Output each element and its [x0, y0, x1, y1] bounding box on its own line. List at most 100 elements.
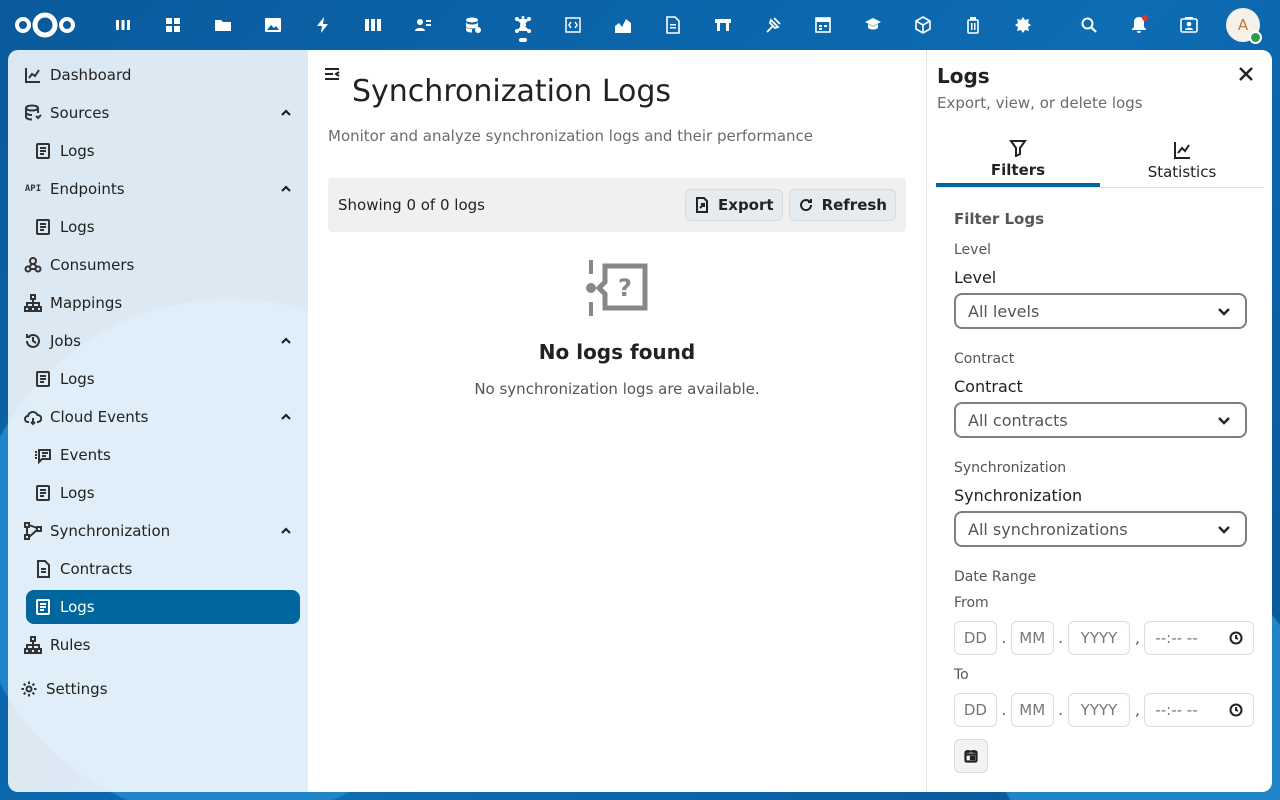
sidebar-item-endpoints-logs[interactable]: Logs: [26, 210, 300, 244]
from-day-field[interactable]: DD: [954, 621, 997, 655]
tab-label: Statistics: [1147, 162, 1217, 181]
sidebar-item-cloud-events-events[interactable]: Events: [26, 438, 300, 472]
refresh-button[interactable]: Refresh: [788, 189, 896, 221]
search-icon[interactable]: [1064, 0, 1114, 50]
webhook-icon: [16, 248, 50, 282]
message-text-icon: [26, 438, 60, 472]
filters-form: Filter Logs Level Level All levels Contr…: [954, 210, 1254, 773]
tab-filters[interactable]: Filters: [936, 134, 1100, 187]
level-select[interactable]: All levels: [954, 293, 1247, 329]
analytics-app-icon[interactable]: [598, 0, 648, 50]
sidebar-item-synchronization-logs[interactable]: Logs: [26, 590, 300, 624]
date-separator: ,: [1134, 629, 1140, 647]
sidebar-item-jobs[interactable]: Jobs: [16, 324, 300, 358]
cloud-sync-icon: [16, 400, 50, 434]
sidebar-item-label: Events: [60, 446, 111, 464]
sidebar-item-dashboard[interactable]: Dashboard: [16, 58, 300, 92]
navigation-toggle-icon[interactable]: [324, 66, 344, 86]
chevron-up-icon[interactable]: [278, 523, 294, 539]
contacts-menu-icon[interactable]: [1164, 0, 1214, 50]
synchronization-select[interactable]: All synchronizations: [954, 511, 1247, 547]
from-time-field[interactable]: --:-- --: [1144, 621, 1254, 655]
calendar-table-app-icon[interactable]: [798, 0, 848, 50]
vector-polyline-icon: [16, 514, 50, 548]
from-date-input: DD . MM . YYYY , --:-- --: [954, 621, 1254, 655]
documents-app-icon[interactable]: [648, 0, 698, 50]
to-time-field[interactable]: --:-- --: [1144, 693, 1254, 727]
sidebar-item-synchronization[interactable]: Synchronization: [16, 514, 300, 548]
openconnector-app-icon[interactable]: [498, 0, 548, 50]
clock-icon[interactable]: [1229, 703, 1243, 717]
from-time-placeholder: --:-- --: [1155, 629, 1198, 647]
contract-select[interactable]: All contracts: [954, 402, 1247, 438]
logs-count: Showing 0 of 0 logs: [338, 196, 485, 214]
sidebar-item-sources-logs[interactable]: Logs: [26, 134, 300, 168]
date-separator: .: [1058, 629, 1063, 647]
sidebar-item-consumers[interactable]: Consumers: [16, 248, 300, 282]
chevron-up-icon[interactable]: [278, 409, 294, 425]
admin-app-icon[interactable]: [998, 0, 1048, 50]
forms-app-icon[interactable]: [698, 0, 748, 50]
sidebar-item-label: Logs: [60, 142, 95, 160]
chart-line-icon: [1174, 141, 1190, 159]
code-app-icon[interactable]: [548, 0, 598, 50]
sidebar-item-cloud-events-logs[interactable]: Logs: [26, 476, 300, 510]
sidebar-item-rules[interactable]: Rules: [16, 628, 300, 662]
sidebar-item-label: Logs: [60, 598, 95, 616]
files-app-icon[interactable]: [198, 0, 248, 50]
photos-app-icon[interactable]: [248, 0, 298, 50]
clock-icon[interactable]: [1229, 631, 1243, 645]
sidebar-item-label: Sources: [50, 104, 110, 122]
app-menu: [98, 0, 1048, 50]
sidebar-item-cloud-events[interactable]: Cloud Events: [16, 400, 300, 434]
contacts-app-icon[interactable]: [398, 0, 448, 50]
from-month-field[interactable]: MM: [1010, 621, 1054, 655]
packages-app-icon[interactable]: [898, 0, 948, 50]
calendar-button[interactable]: [954, 739, 988, 773]
chevron-up-icon[interactable]: [278, 181, 294, 197]
refresh-icon: [799, 199, 812, 212]
to-month-field[interactable]: MM: [1010, 693, 1054, 727]
to-day-field[interactable]: DD: [954, 693, 997, 727]
sidebar-item-mappings[interactable]: Mappings: [16, 286, 300, 320]
sidebar-item-settings[interactable]: Settings: [12, 672, 300, 706]
sidebar-item-label: Dashboard: [50, 66, 132, 84]
sidebar-item-contracts[interactable]: Contracts: [26, 552, 300, 586]
to-year-field[interactable]: YYYY: [1067, 693, 1131, 727]
announcements-app-icon[interactable]: [748, 0, 798, 50]
education-app-icon[interactable]: [848, 0, 898, 50]
database-app-icon[interactable]: [448, 0, 498, 50]
level-filter: Level Level All levels: [954, 242, 1254, 329]
sidebar-item-label: Contracts: [60, 560, 133, 578]
to-date-input: DD . MM . YYYY , --:-- --: [954, 693, 1254, 727]
log-document-icon: [26, 362, 60, 396]
log-document-icon: [26, 134, 60, 168]
deck-app-icon[interactable]: [348, 0, 398, 50]
chevron-up-icon[interactable]: [278, 105, 294, 121]
file-question-icon: ?: [585, 260, 649, 316]
tables-app-icon[interactable]: [148, 0, 198, 50]
sidebar-item-sources[interactable]: Sources: [16, 96, 300, 130]
notifications-bell-icon[interactable]: [1114, 0, 1164, 50]
activity-app-icon[interactable]: [298, 0, 348, 50]
contract-filter: Contract Contract All contracts: [954, 351, 1254, 438]
history-icon: [16, 324, 50, 358]
sidebar-item-label: Cloud Events: [50, 408, 149, 426]
sidebar-item-jobs-logs[interactable]: Logs: [26, 362, 300, 396]
user-avatar[interactable]: A: [1226, 8, 1262, 44]
chevron-up-icon[interactable]: [278, 333, 294, 349]
archive-app-icon[interactable]: [948, 0, 998, 50]
tab-statistics[interactable]: Statistics: [1100, 134, 1264, 187]
export-button[interactable]: Export: [685, 189, 783, 221]
to-label: To: [954, 667, 969, 683]
from-year-field[interactable]: YYYY: [1067, 621, 1131, 655]
close-icon[interactable]: [1238, 66, 1258, 86]
contract-select-value: All contracts: [968, 410, 1068, 430]
empty-title: No logs found: [538, 340, 696, 364]
dashboard-app-icon[interactable]: [98, 0, 148, 50]
nextcloud-logo[interactable]: [10, 0, 80, 50]
log-document-icon: [26, 590, 60, 624]
sidebar-item-endpoints[interactable]: API Endpoints: [16, 172, 300, 206]
tab-label: Filters: [990, 160, 1046, 179]
log-document-icon: [26, 476, 60, 510]
